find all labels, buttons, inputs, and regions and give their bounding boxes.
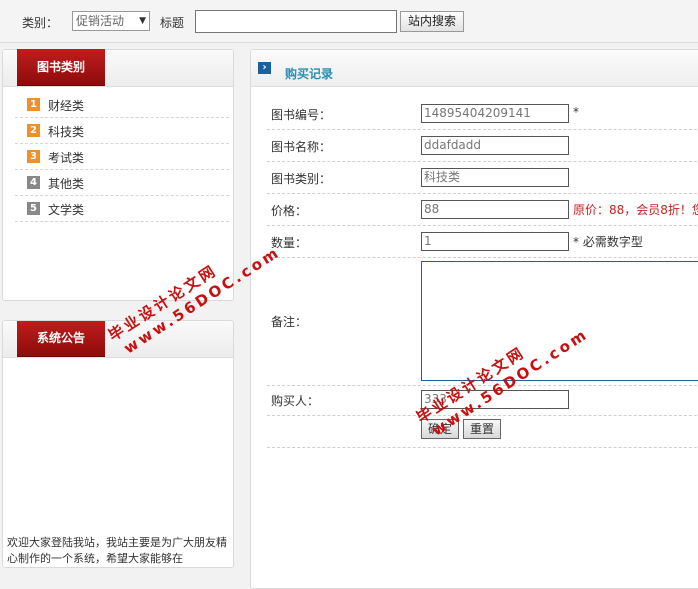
- category-selected-value: 促销活动: [76, 14, 125, 28]
- quantity-note: * 必需数字型: [573, 235, 643, 249]
- number-badge-icon: 4: [27, 176, 40, 189]
- book-category-row: 图书类别： 科技类: [267, 161, 698, 194]
- number-badge-icon: 2: [27, 124, 40, 137]
- category-select[interactable]: 促销活动 ▼: [72, 11, 150, 31]
- quantity-row: 数量： 1 * 必需数字型: [267, 225, 698, 258]
- category-link[interactable]: 其他类: [48, 175, 84, 192]
- category-link[interactable]: 文学类: [48, 201, 84, 218]
- purchase-record-panel: › 购买记录 图书编号： 14895404209141 * 图书名称： ddaf…: [250, 49, 698, 589]
- category-list: 1 财经类 2 科技类 3 考试类 4 其他类 5 文学类: [15, 92, 229, 222]
- category-item-exam[interactable]: 3 考试类: [15, 144, 229, 170]
- category-item-other[interactable]: 4 其他类: [15, 170, 229, 196]
- book-id-label: 图书编号：: [271, 108, 332, 122]
- reset-button[interactable]: 重置: [463, 419, 501, 439]
- remark-label: 备注：: [271, 315, 308, 329]
- panel-header: › 购买记录: [251, 50, 698, 87]
- category-link[interactable]: 科技类: [48, 123, 84, 140]
- site-search-button[interactable]: 站内搜索: [400, 11, 464, 32]
- purchase-record-title: 购买记录: [285, 67, 334, 81]
- system-notice-panel: 系统公告 欢迎大家登陆我站，我站主要是为广大朋友精心制作的一个系统，希望大家能够…: [2, 320, 234, 568]
- category-item-literature[interactable]: 5 文学类: [15, 196, 229, 222]
- system-notice-title: 系统公告: [17, 321, 105, 356]
- price-row: 价格： 88 原价：88，会员8折！您: [267, 193, 698, 226]
- book-category-panel: 图书类别 1 财经类 2 科技类 3 考试类 4 其他类 5 文学类: [2, 49, 234, 301]
- book-category-label: 图书类别：: [271, 172, 332, 186]
- category-item-finance[interactable]: 1 财经类: [15, 92, 229, 118]
- quantity-field[interactable]: 1: [421, 232, 569, 251]
- dropdown-arrow-icon: ▼: [139, 16, 146, 26]
- button-row: 确定 重置: [267, 415, 698, 448]
- number-badge-icon: 5: [27, 202, 40, 215]
- notice-text: 欢迎大家登陆我站，我站主要是为广大朋友精心制作的一个系统，希望大家能够在: [7, 536, 227, 565]
- panel-header: 图书类别: [3, 49, 233, 87]
- top-search-bar: 类别： 促销活动 ▼ 标题 站内搜索: [0, 0, 698, 43]
- category-item-technology[interactable]: 2 科技类: [15, 118, 229, 144]
- title-search-input[interactable]: [195, 10, 397, 33]
- book-id-field[interactable]: 14895404209141: [421, 104, 569, 123]
- book-id-row: 图书编号： 14895404209141 *: [267, 97, 698, 130]
- category-label: 类别：: [22, 16, 59, 30]
- number-badge-icon: 3: [27, 150, 40, 163]
- book-name-label: 图书名称：: [271, 140, 332, 154]
- price-field[interactable]: 88: [421, 200, 569, 219]
- buyer-label: 购买人：: [271, 394, 320, 408]
- price-label: 价格：: [271, 204, 308, 218]
- category-link[interactable]: 考试类: [48, 149, 84, 166]
- title-label: 标题: [160, 16, 185, 30]
- book-name-row: 图书名称： ddafdadd: [267, 129, 698, 162]
- price-note: 原价：88，会员8折！您: [573, 203, 698, 217]
- chevron-right-icon: ›: [258, 62, 271, 74]
- category-link[interactable]: 财经类: [48, 97, 84, 114]
- book-name-field[interactable]: ddafdadd: [421, 136, 569, 155]
- required-mark: *: [573, 105, 579, 119]
- book-category-field[interactable]: 科技类: [421, 168, 569, 187]
- number-badge-icon: 1: [27, 98, 40, 111]
- book-category-title: 图书类别: [17, 49, 105, 85]
